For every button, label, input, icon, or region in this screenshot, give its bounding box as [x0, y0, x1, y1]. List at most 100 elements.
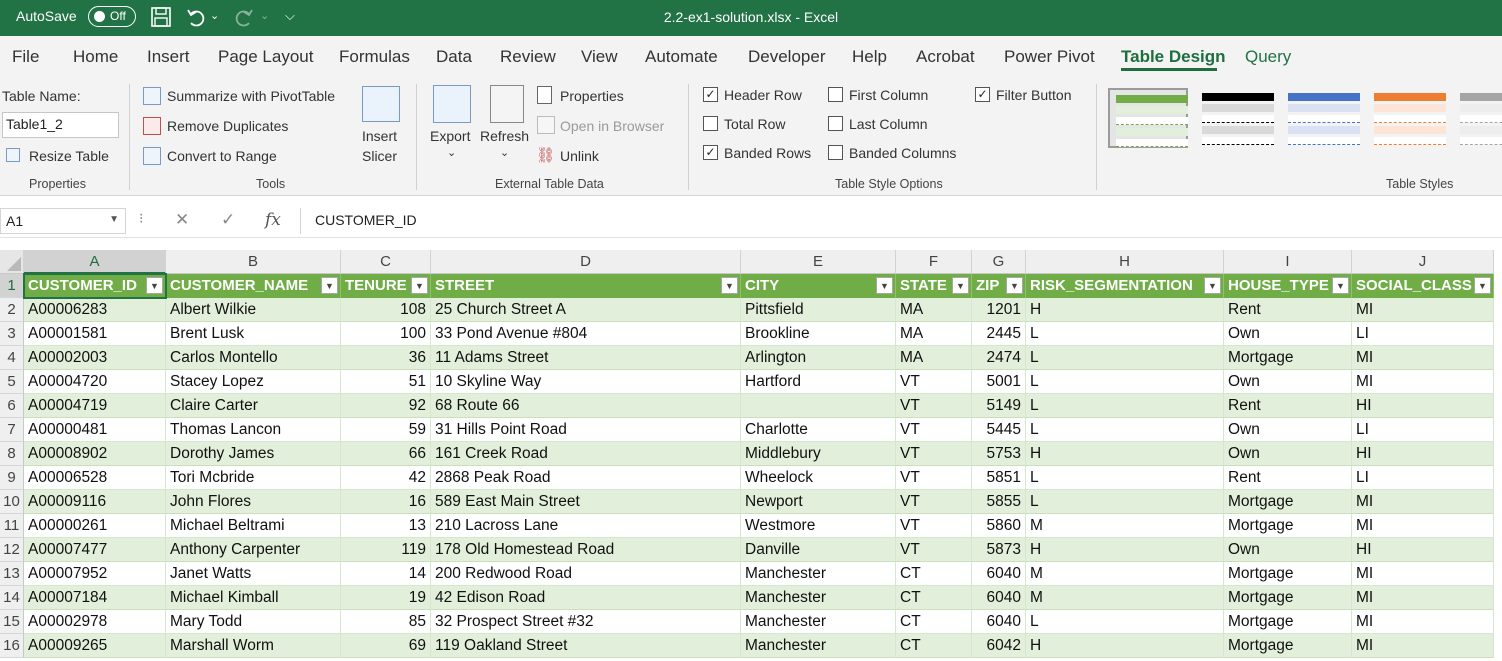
tab-query[interactable]: Query [1245, 47, 1291, 67]
row-header[interactable]: 11 [0, 514, 24, 538]
table-cell[interactable]: 6040 [972, 586, 1026, 610]
table-cell[interactable]: 178 Old Homestead Road [431, 538, 741, 562]
filter-dropdown-icon[interactable]: ▼ [952, 277, 969, 294]
table-cell[interactable]: 19 [341, 586, 431, 610]
table-cell[interactable] [741, 394, 896, 418]
table-cell[interactable]: Own [1224, 322, 1352, 346]
row-header[interactable]: 2 [0, 298, 24, 322]
table-cell[interactable]: MI [1352, 514, 1494, 538]
table-cell[interactable]: 6042 [972, 634, 1026, 658]
table-cell[interactable]: L [1026, 610, 1224, 634]
table-cell[interactable]: VT [896, 394, 972, 418]
table-cell[interactable]: A00006528 [24, 466, 166, 490]
table-header-cell[interactable]: STREET ▼ [431, 274, 741, 298]
filter-dropdown-icon[interactable]: ▼ [721, 277, 738, 294]
banded-rows-label[interactable]: Banded Rows [724, 145, 811, 161]
table-cell[interactable]: A00000481 [24, 418, 166, 442]
table-cell[interactable]: L [1026, 394, 1224, 418]
table-cell[interactable]: 6040 [972, 562, 1026, 586]
table-cell[interactable]: MI [1352, 298, 1494, 322]
header-row-label[interactable]: Header Row [724, 87, 802, 103]
table-cell[interactable]: L [1026, 346, 1224, 370]
summarize-pivot-button[interactable]: Summarize with PivotTable [167, 88, 335, 104]
enter-icon[interactable]: ✓ [221, 210, 235, 230]
table-cell[interactable]: H [1026, 442, 1224, 466]
table-cell[interactable]: 33 Pond Avenue #804 [431, 322, 741, 346]
table-cell[interactable]: 5753 [972, 442, 1026, 466]
table-header-cell[interactable]: STATE ▼ [896, 274, 972, 298]
row-header[interactable]: 12 [0, 538, 24, 562]
table-cell[interactable]: 13 [341, 514, 431, 538]
table-cell[interactable]: Own [1224, 370, 1352, 394]
last-column-label[interactable]: Last Column [849, 116, 928, 132]
table-cell[interactable]: Manchester [741, 562, 896, 586]
column-header-g[interactable]: G [972, 250, 1026, 274]
row-header[interactable]: 15 [0, 610, 24, 634]
table-cell[interactable]: Rent [1224, 466, 1352, 490]
first-column-label[interactable]: First Column [849, 87, 928, 103]
table-cell[interactable]: HI [1352, 394, 1494, 418]
table-header-cell[interactable]: HOUSE_TYPE ▼ [1224, 274, 1352, 298]
table-cell[interactable]: 51 [341, 370, 431, 394]
insert-function-icon[interactable]: fx [265, 210, 281, 230]
table-cell[interactable]: CT [896, 586, 972, 610]
table-cell[interactable]: Brookline [741, 322, 896, 346]
table-cell[interactable]: 589 East Main Street [431, 490, 741, 514]
table-cell[interactable]: A00007184 [24, 586, 166, 610]
table-cell[interactable]: A00008902 [24, 442, 166, 466]
table-cell[interactable]: Manchester [741, 634, 896, 658]
filter-dropdown-icon[interactable]: ▼ [411, 277, 428, 294]
table-cell[interactable]: MA [896, 346, 972, 370]
table-header-cell[interactable]: CUSTOMER_ID ▼ [24, 274, 166, 298]
insert-slicer-label-1[interactable]: Insert [362, 128, 397, 144]
resize-table-button[interactable]: Resize Table [29, 148, 109, 164]
tab-automate[interactable]: Automate [645, 47, 718, 67]
row-header[interactable]: 9 [0, 466, 24, 490]
table-cell[interactable]: Charlotte [741, 418, 896, 442]
table-cell[interactable]: Mortgage [1224, 490, 1352, 514]
filter-button-checkbox[interactable]: ✓ [975, 87, 990, 102]
table-style-blue[interactable] [1282, 88, 1362, 148]
table-cell[interactable]: 16 [341, 490, 431, 514]
table-cell[interactable]: A00000261 [24, 514, 166, 538]
table-cell[interactable]: Hartford [741, 370, 896, 394]
row-header[interactable]: 10 [0, 490, 24, 514]
table-style-gray[interactable] [1454, 88, 1502, 148]
filter-dropdown-icon[interactable]: ▼ [1474, 277, 1491, 294]
table-cell[interactable]: 2474 [972, 346, 1026, 370]
table-cell[interactable]: LI [1352, 322, 1494, 346]
filter-button-label[interactable]: Filter Button [996, 87, 1071, 103]
table-cell[interactable]: 5851 [972, 466, 1026, 490]
column-header-i[interactable]: I [1224, 250, 1352, 274]
tab-acrobat[interactable]: Acrobat [916, 47, 975, 67]
table-cell[interactable]: Middlebury [741, 442, 896, 466]
tab-data[interactable]: Data [436, 47, 472, 67]
table-cell[interactable]: VT [896, 514, 972, 538]
table-cell[interactable]: Pittsfield [741, 298, 896, 322]
row-header[interactable]: 8 [0, 442, 24, 466]
tab-review[interactable]: Review [500, 47, 556, 67]
tab-page-layout[interactable]: Page Layout [218, 47, 313, 67]
table-cell[interactable]: LI [1352, 466, 1494, 490]
filter-dropdown-icon[interactable]: ▼ [1204, 277, 1221, 294]
table-cell[interactable]: Tori Mcbride [166, 466, 341, 490]
table-cell[interactable]: 6040 [972, 610, 1026, 634]
table-cell[interactable]: 200 Redwood Road [431, 562, 741, 586]
table-cell[interactable]: Carlos Montello [166, 346, 341, 370]
table-cell[interactable]: VT [896, 442, 972, 466]
tab-view[interactable]: View [581, 47, 618, 67]
table-cell[interactable]: 31 Hills Point Road [431, 418, 741, 442]
table-cell[interactable]: 5873 [972, 538, 1026, 562]
table-cell[interactable]: Own [1224, 418, 1352, 442]
table-cell[interactable]: VT [896, 418, 972, 442]
filter-dropdown-icon[interactable]: ▼ [1006, 277, 1023, 294]
table-cell[interactable]: A00007477 [24, 538, 166, 562]
table-style-green[interactable] [1108, 88, 1188, 148]
column-header-b[interactable]: B [166, 250, 341, 274]
unlink-button[interactable]: Unlink [560, 148, 599, 164]
table-cell[interactable]: H [1026, 298, 1224, 322]
table-cell[interactable]: Westmore [741, 514, 896, 538]
table-cell[interactable]: L [1026, 466, 1224, 490]
table-cell[interactable]: A00007952 [24, 562, 166, 586]
table-cell[interactable]: 2868 Peak Road [431, 466, 741, 490]
